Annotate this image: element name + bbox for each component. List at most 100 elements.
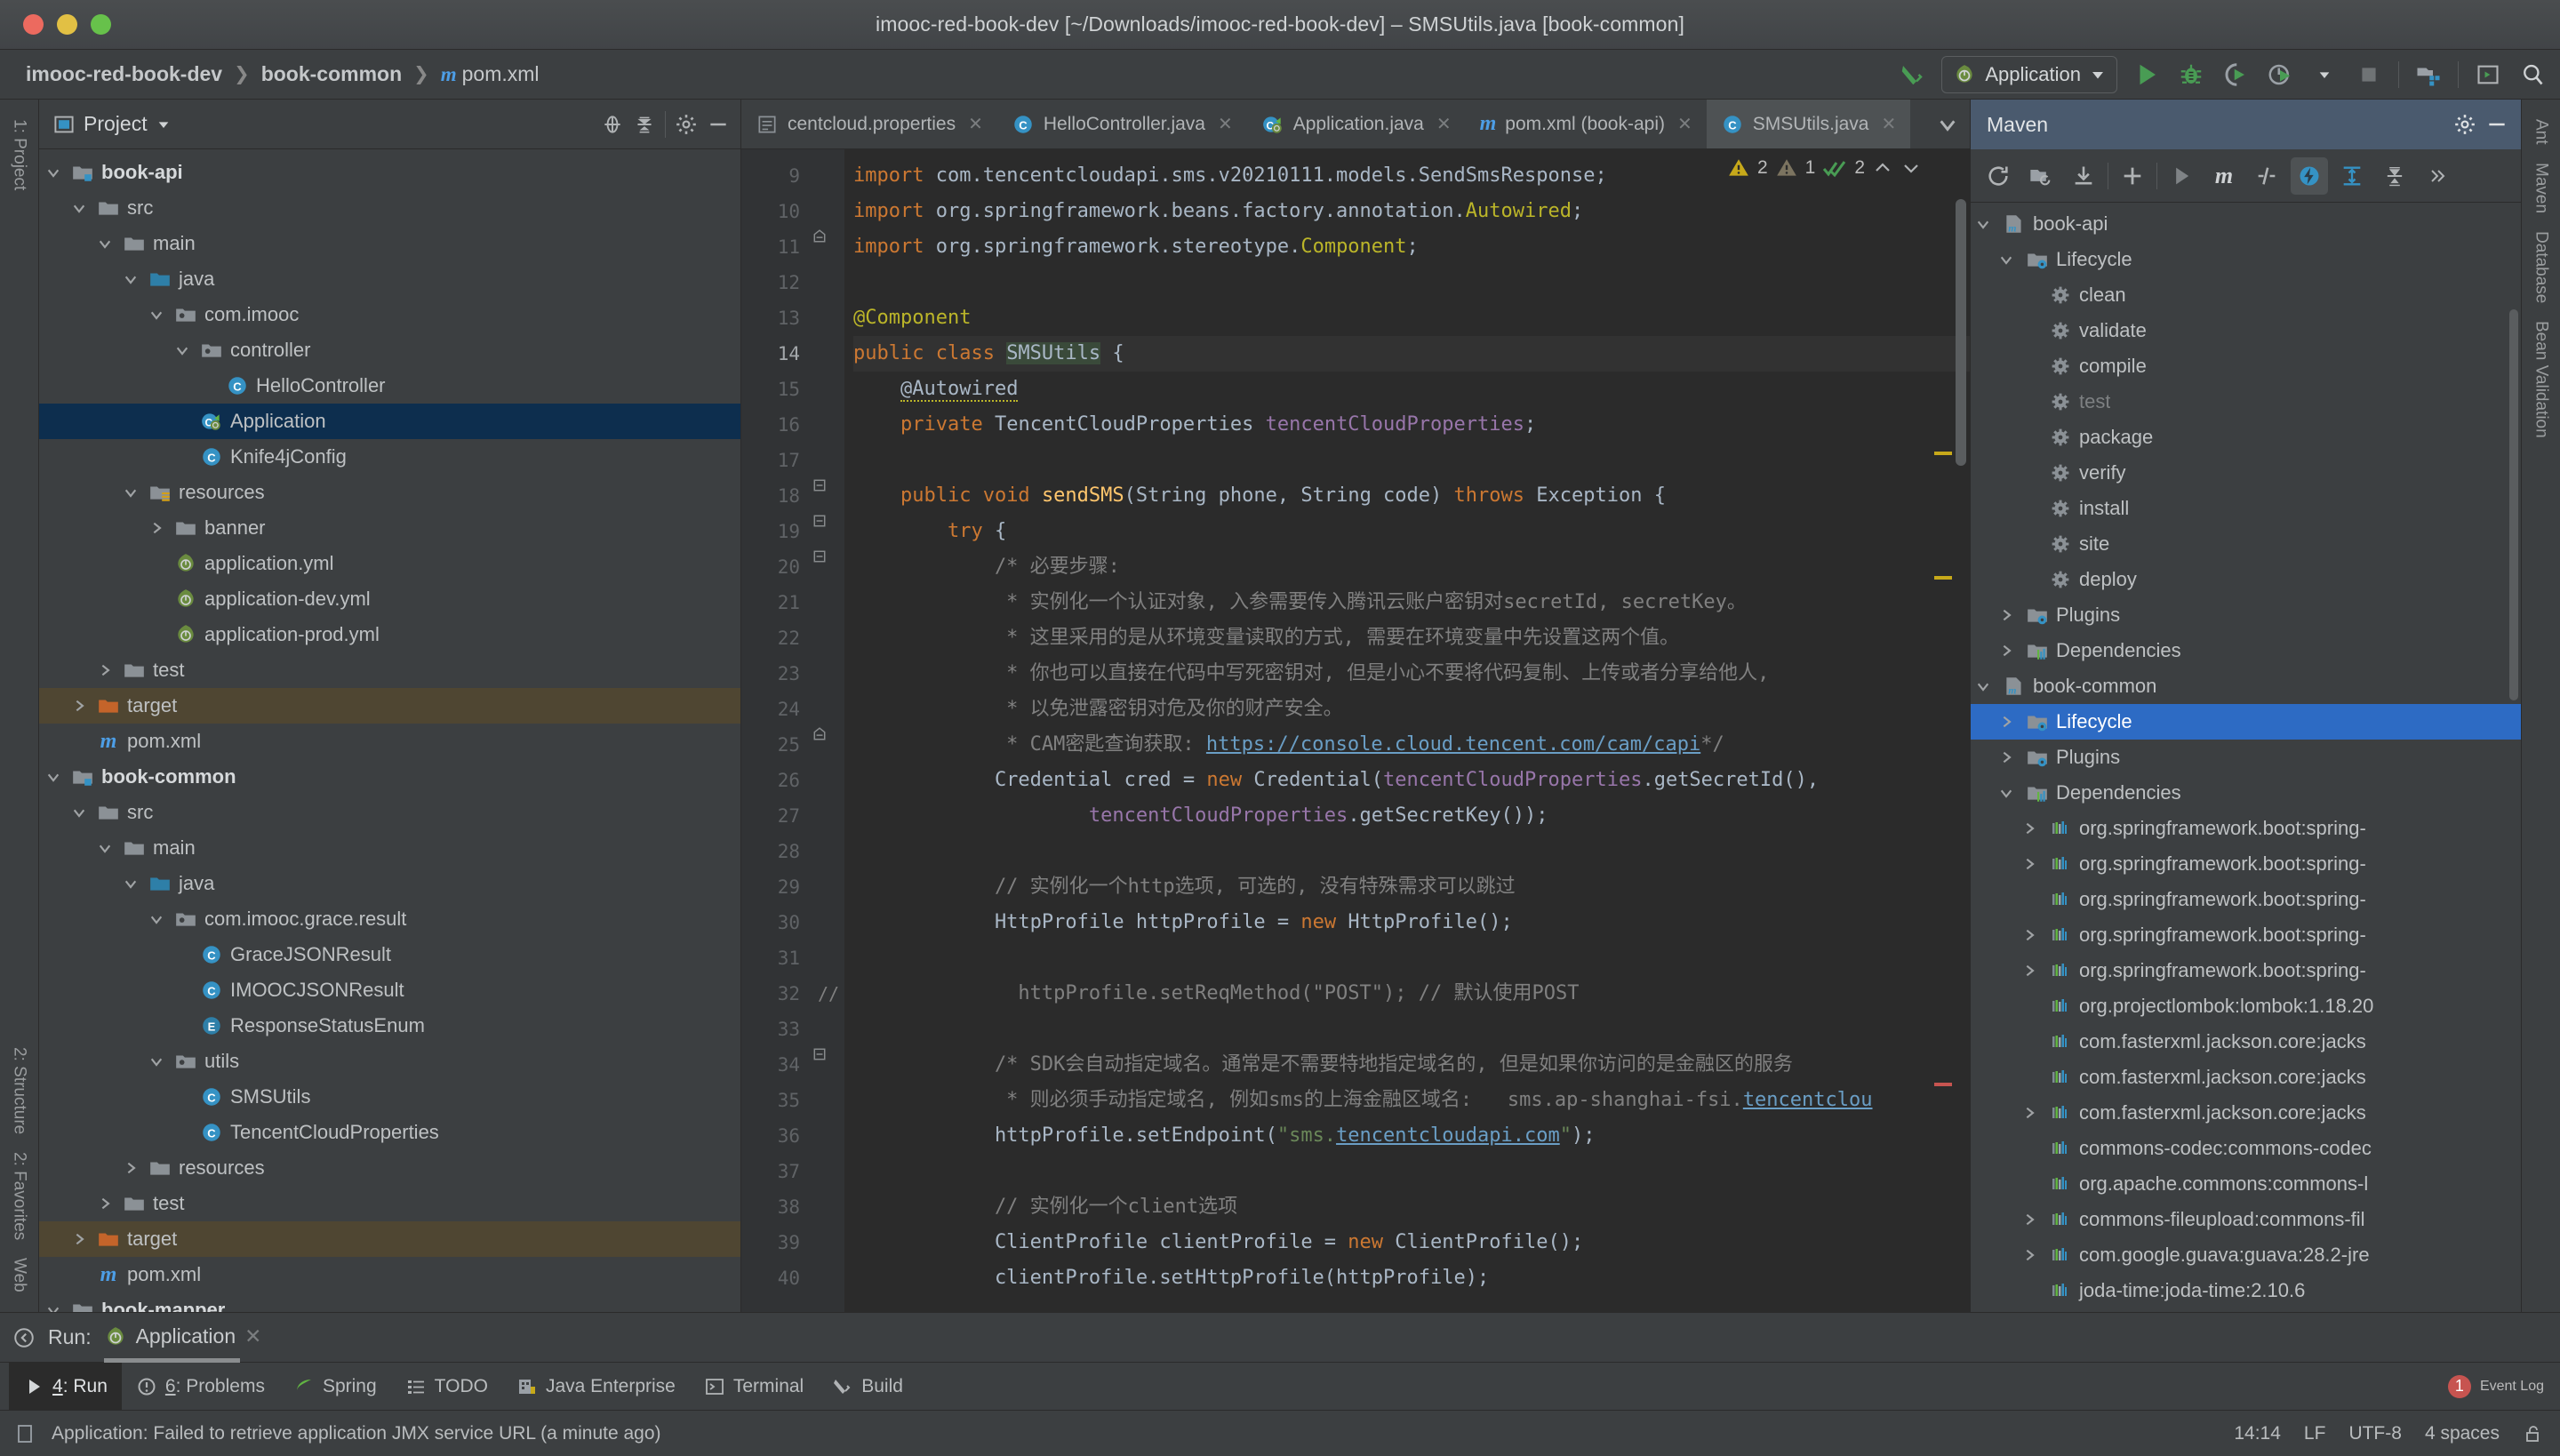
code-line[interactable]: HttpProfile httpProfile = new HttpProfil…: [853, 905, 1970, 940]
maven-expander[interactable]: [2022, 1212, 2047, 1227]
tree-node-resources[interactable]: resources: [39, 475, 740, 510]
maven-node-org-springframework-boot-spring-[interactable]: org.springframework.boot:spring-: [1971, 846, 2521, 882]
warning-marker[interactable]: [1934, 452, 1952, 455]
offline-bolt-button[interactable]: [2291, 156, 2328, 195]
stripe-button-project[interactable]: 1: Project: [10, 110, 29, 199]
fold-marker[interactable]: [812, 1260, 844, 1296]
maven-node-lifecycle[interactable]: Lifecycle: [1971, 242, 2521, 277]
settings-icon[interactable]: [2453, 113, 2476, 136]
fold-marker[interactable]: [812, 300, 844, 336]
maven-node-install[interactable]: install: [1971, 491, 2521, 526]
code-content[interactable]: import com.tencentcloudapi.sms.v20210111…: [844, 149, 1970, 1312]
tool-button-4-run[interactable]: 4: Run: [9, 1363, 122, 1410]
fold-marker[interactable]: [812, 620, 844, 656]
tree-node-application-prod-yml[interactable]: application-prod.yml: [39, 617, 740, 652]
code-line[interactable]: * CAM密匙查询获取: https://console.cloud.tence…: [853, 727, 1970, 763]
code-line[interactable]: Credential cred = new Credential(tencent…: [853, 763, 1970, 798]
tree-node-application[interactable]: C Application: [39, 404, 740, 439]
tree-node-com-imooc[interactable]: com.imooc: [39, 297, 740, 332]
tree-node-target[interactable]: target: [39, 1221, 740, 1257]
fold-marker[interactable]: [812, 656, 844, 692]
fold-marker[interactable]: [812, 229, 844, 265]
tree-node-test[interactable]: test: [39, 1186, 740, 1221]
tree-node-resources[interactable]: resources: [39, 1150, 740, 1186]
tree-node-src[interactable]: src: [39, 795, 740, 830]
hide-icon[interactable]: [2485, 113, 2508, 136]
tree-expander[interactable]: [98, 236, 121, 251]
code-line[interactable]: [853, 1012, 1970, 1047]
code-line[interactable]: [853, 1154, 1970, 1189]
maven-expander[interactable]: [2022, 1106, 2047, 1120]
next-problem-icon[interactable]: [1900, 157, 1922, 179]
maven-node-org-springframework-boot-spring-[interactable]: org.springframework.boot:spring-: [1971, 953, 2521, 988]
run-tab-application[interactable]: Application ✕: [103, 1324, 261, 1363]
line-separator[interactable]: LF: [2304, 1423, 2326, 1444]
code-line[interactable]: @Autowired: [853, 372, 1970, 407]
code-line[interactable]: public void sendSMS(String phone, String…: [853, 478, 1970, 514]
tree-node-pom-xml[interactable]: m pom.xml: [39, 724, 740, 759]
terminal-button[interactable]: [2473, 60, 2503, 90]
code-line[interactable]: [853, 834, 1970, 869]
tree-node-controller[interactable]: controller: [39, 332, 740, 368]
maven-expander[interactable]: [2022, 857, 2047, 871]
maven-expander[interactable]: [1999, 786, 2024, 800]
run-build-button[interactable]: [2163, 157, 2200, 195]
code-line[interactable]: * 这里采用的是从环境变量读取的方式, 需要在环境变量中先设置这两个值。: [853, 620, 1970, 656]
maven-expander[interactable]: [2022, 928, 2047, 942]
project-tree[interactable]: book-api src main java com.imooc controller C H…: [39, 149, 740, 1312]
code-line[interactable]: ClientProfile clientProfile = new Client…: [853, 1225, 1970, 1260]
maven-node-commons-fileupload-commons-fil[interactable]: commons-fileupload:commons-fil: [1971, 1202, 2521, 1237]
tree-node-pom-xml[interactable]: m pom.xml: [39, 1257, 740, 1292]
tree-expander[interactable]: [46, 770, 69, 784]
maven-node-plugins[interactable]: Plugins: [1971, 740, 2521, 775]
locate-icon[interactable]: [601, 113, 624, 136]
run-configuration-selector[interactable]: Application: [1941, 55, 2117, 93]
stripe-button-bean-validation[interactable]: Bean Validation: [2532, 312, 2551, 447]
tool-button-build[interactable]: Build: [818, 1363, 917, 1410]
tool-button-terminal[interactable]: Terminal: [690, 1363, 818, 1410]
fold-marker[interactable]: [812, 905, 844, 940]
debug-button[interactable]: [2176, 60, 2206, 90]
maven-node-dependencies[interactable]: Dependencies: [1971, 633, 2521, 668]
tree-expander[interactable]: [124, 272, 147, 286]
code-line[interactable]: import org.springframework.stereotype.Co…: [853, 229, 1970, 265]
tree-expander[interactable]: [149, 521, 172, 535]
maven-node-com-fasterxml-jackson-core-jacks[interactable]: com.fasterxml.jackson.core:jacks: [1971, 1060, 2521, 1095]
maven-expander[interactable]: [1976, 679, 2001, 693]
code-line[interactable]: private TencentCloudProperties tencentCl…: [853, 407, 1970, 443]
code-line[interactable]: [853, 265, 1970, 300]
stripe-button-favorites[interactable]: 2: Favorites: [10, 1143, 29, 1249]
code-line[interactable]: try {: [853, 514, 1970, 549]
maven-node-verify[interactable]: verify: [1971, 455, 2521, 491]
tree-node-com-imooc-grace-result[interactable]: com.imooc.grace.result: [39, 901, 740, 937]
editor-tab-application-java[interactable]: C Application.java ✕: [1247, 100, 1466, 148]
tree-node-smsutils[interactable]: C SMSUtils: [39, 1079, 740, 1115]
fold-marker[interactable]: [812, 336, 844, 372]
fold-marker[interactable]: [812, 265, 844, 300]
file-encoding[interactable]: UTF-8: [2348, 1423, 2402, 1444]
project-structure-button[interactable]: [2413, 60, 2444, 90]
breadcrumb-module[interactable]: book-common: [255, 60, 408, 89]
close-tab-icon[interactable]: ✕: [1218, 113, 1233, 135]
generate-sources-button[interactable]: [2022, 157, 2060, 195]
tree-expander[interactable]: [149, 912, 172, 926]
tree-expander[interactable]: [124, 1161, 147, 1175]
fold-marker[interactable]: [812, 1225, 844, 1260]
close-tab-icon[interactable]: ✕: [968, 113, 983, 135]
code-line[interactable]: tencentCloudProperties.getSecretKey());: [853, 798, 1970, 834]
stripe-button-ant[interactable]: Ant: [2532, 110, 2551, 154]
code-line[interactable]: public class SMSUtils {: [853, 336, 1970, 372]
maven-node-clean[interactable]: clean: [1971, 277, 2521, 313]
fold-marker[interactable]: //: [812, 976, 844, 1012]
skip-tests-button[interactable]: [2248, 157, 2285, 195]
build-button[interactable]: [1897, 60, 1927, 90]
fold-marker[interactable]: [812, 727, 844, 763]
editor-scrollbar[interactable]: [1956, 199, 1966, 466]
tree-expander[interactable]: [98, 841, 121, 855]
tree-node-application-yml[interactable]: application.yml: [39, 546, 740, 581]
tree-node-knife4jconfig[interactable]: C Knife4jConfig: [39, 439, 740, 475]
tree-expander[interactable]: [98, 1196, 121, 1211]
maven-node-joda-time-joda-time-2-10-6[interactable]: joda-time:joda-time:2.10.6: [1971, 1273, 2521, 1308]
maven-node-org-projectlombok-lombok-1-18-20[interactable]: org.projectlombok:lombok:1.18.20: [1971, 988, 2521, 1024]
maven-node-commons-codec-commons-codec[interactable]: commons-codec:commons-codec: [1971, 1131, 2521, 1166]
